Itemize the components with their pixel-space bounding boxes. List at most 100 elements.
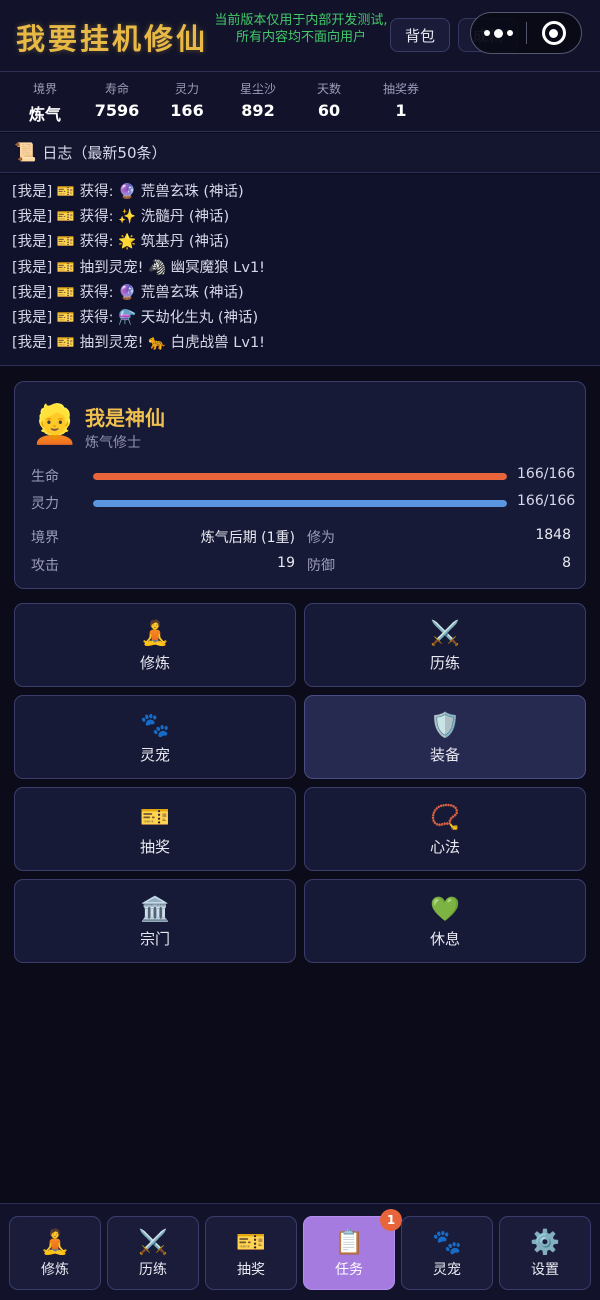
nav-label: 修炼 — [41, 1262, 69, 1278]
stat-realm: 境界 炼气 — [10, 80, 80, 125]
log-panel[interactable]: [我是] 🎫 获得: 🔮 荒兽玄珠 (神话) [我是] 🎫 获得: ✨ 洗髓丹 … — [0, 174, 600, 366]
stat-value: 166 — [170, 101, 204, 120]
stat-label: 灵力 — [174, 82, 199, 96]
ticket-icon: 🎫 — [140, 803, 170, 831]
stat-value: 60 — [317, 101, 341, 120]
hp-bar-fill — [93, 473, 507, 480]
stat-lifespan: 寿命 7596 — [82, 80, 152, 120]
log-line: [我是] 🎫 获得: ⚗️ 天劫化生丸 (神话) — [12, 310, 259, 326]
stat-value: 892 — [241, 101, 275, 120]
action-adventure-button[interactable]: ⚔️ 历练 — [304, 603, 586, 687]
hp-label: 生命 — [31, 469, 59, 485]
realm-value: 炼气后期 (1重) — [200, 530, 295, 546]
nav-cultivate[interactable]: 🧘 修炼 — [9, 1216, 101, 1290]
attack-value: 19 — [277, 555, 295, 571]
action-label: 灵宠 — [139, 746, 170, 764]
action-lottery-button[interactable]: 🎫 抽奖 — [14, 787, 296, 871]
action-label: 休息 — [429, 930, 460, 948]
temple-icon: 🏛️ — [140, 895, 170, 923]
mp-label: 灵力 — [31, 496, 59, 512]
scroll-icon: 📜 — [14, 142, 37, 163]
stat-label: 星尘沙 — [239, 82, 276, 96]
nav-adventure[interactable]: ⚔️ 历练 — [107, 1216, 199, 1290]
hp-row: 生命 166/166 — [31, 466, 575, 486]
nav-label: 设置 — [531, 1262, 559, 1278]
log-line: [我是] 🎫 抽到灵宠! 🦓 幽冥魔狼 Lv1! — [12, 260, 265, 276]
nav-label: 抽奖 — [237, 1262, 265, 1278]
action-label: 装备 — [429, 746, 460, 764]
character-card: 👱 我是神仙 炼气修士 生命 166/166 灵力 166/166 境界 炼气后… — [14, 381, 586, 589]
mini-program-capsule — [470, 12, 582, 54]
shield-icon: 🛡️ — [430, 711, 460, 739]
mp-bar-fill — [93, 500, 507, 507]
action-label: 历练 — [429, 654, 460, 672]
bottom-nav: 🧘 修炼 ⚔️ 历练 🎫 抽奖 📋 任务 1 🐾 灵宠 ⚙️ 设置 — [0, 1203, 600, 1300]
gear-icon: ⚙️ — [530, 1228, 560, 1256]
action-sect-button[interactable]: 🏛️ 宗门 — [14, 879, 296, 963]
nav-label: 灵宠 — [433, 1262, 461, 1278]
hp-value: 166/166 — [517, 466, 576, 482]
log-line: [我是] 🎫 获得: ✨ 洗髓丹 (神话) — [12, 209, 230, 225]
action-label: 抽奖 — [139, 838, 170, 856]
top-header: 我要挂机修仙 当前版本仅用于内部开发测试, 所有内容均不面向用户 背包 成就 — [0, 0, 600, 72]
attack-label: 攻击 — [31, 558, 59, 574]
avatar: 👱 — [31, 402, 79, 446]
meditate-icon: 🧘 — [40, 1228, 70, 1256]
crossed-swords-icon: ⚔️ — [430, 619, 460, 647]
app-title: 我要挂机修仙 — [16, 22, 209, 56]
realm-label: 境界 — [31, 530, 59, 546]
nav-tasks[interactable]: 📋 任务 1 — [303, 1209, 402, 1290]
more-menu-icon[interactable] — [471, 13, 526, 53]
nav-lottery[interactable]: 🎫 抽奖 — [205, 1216, 297, 1290]
green-heart-icon: 💚 — [430, 895, 460, 923]
action-rest-button[interactable]: 💚 休息 — [304, 879, 586, 963]
stat-value: 7596 — [94, 101, 140, 120]
mp-row: 灵力 166/166 — [31, 493, 575, 513]
dev-notice: 当前版本仅用于内部开发测试, 所有内容均不面向用户 — [206, 12, 396, 46]
character-subtitle: 炼气修士 — [85, 435, 141, 451]
action-label: 心法 — [429, 838, 460, 856]
hp-bar — [93, 473, 507, 480]
log-line: [我是] 🎫 获得: 🔮 荒兽玄珠 (神话) — [12, 285, 244, 301]
mp-bar — [93, 500, 507, 507]
dev-notice-line2: 所有内容均不面向用户 — [235, 30, 366, 45]
stat-tickets: 抽奖券 1 — [366, 80, 436, 120]
paw-icon: 🐾 — [140, 711, 170, 739]
clipboard-icon: 📋 — [334, 1228, 364, 1256]
crossed-swords-icon: ⚔️ — [138, 1228, 168, 1256]
bag-button[interactable]: 背包 — [390, 18, 450, 52]
stat-spirit: 灵力 166 — [152, 80, 222, 120]
stat-label: 天数 — [316, 82, 341, 96]
stat-stardust: 星尘沙 892 — [223, 80, 293, 120]
action-label: 宗门 — [139, 930, 170, 948]
stats-bar: 境界 炼气 寿命 7596 灵力 166 星尘沙 892 天数 60 抽奖券 1 — [0, 72, 600, 132]
nav-label: 历练 — [139, 1262, 167, 1278]
cultivation-value: 1848 — [535, 527, 571, 543]
log-header[interactable]: 📜 日志（最新50条） — [0, 133, 600, 173]
action-equipment-button[interactable]: 🛡️ 装备 — [304, 695, 586, 779]
meditate-icon: 🧘 — [140, 619, 170, 647]
ticket-icon: 🎫 — [236, 1228, 266, 1256]
close-program-icon[interactable] — [527, 13, 581, 53]
character-name: 我是神仙 — [85, 406, 165, 430]
nav-pet[interactable]: 🐾 灵宠 — [401, 1216, 493, 1290]
action-label: 修炼 — [139, 654, 170, 672]
log-title: 日志（最新50条） — [42, 144, 167, 162]
defense-value: 8 — [562, 555, 571, 571]
log-line: [我是] 🎫 抽到灵宠! 🐆 白虎战兽 Lv1! — [12, 335, 265, 351]
action-technique-button[interactable]: 📿 心法 — [304, 787, 586, 871]
log-line: [我是] 🎫 获得: 🌟 筑基丹 (神话) — [12, 234, 230, 250]
action-pet-button[interactable]: 🐾 灵宠 — [14, 695, 296, 779]
cultivation-label: 修为 — [307, 530, 335, 546]
mp-value: 166/166 — [517, 493, 576, 509]
stat-label: 抽奖券 — [382, 82, 419, 96]
paw-icon: 🐾 — [432, 1228, 462, 1256]
stat-label: 寿命 — [104, 82, 129, 96]
stat-days: 天数 60 — [294, 80, 364, 120]
prayer-beads-icon: 📿 — [430, 803, 460, 831]
stat-value: 炼气 — [28, 105, 61, 124]
log-line: [我是] 🎫 获得: 🔮 荒兽玄珠 (神话) — [12, 184, 244, 200]
action-cultivate-button[interactable]: 🧘 修炼 — [14, 603, 296, 687]
stat-value: 1 — [395, 101, 407, 120]
nav-settings[interactable]: ⚙️ 设置 — [499, 1216, 591, 1290]
